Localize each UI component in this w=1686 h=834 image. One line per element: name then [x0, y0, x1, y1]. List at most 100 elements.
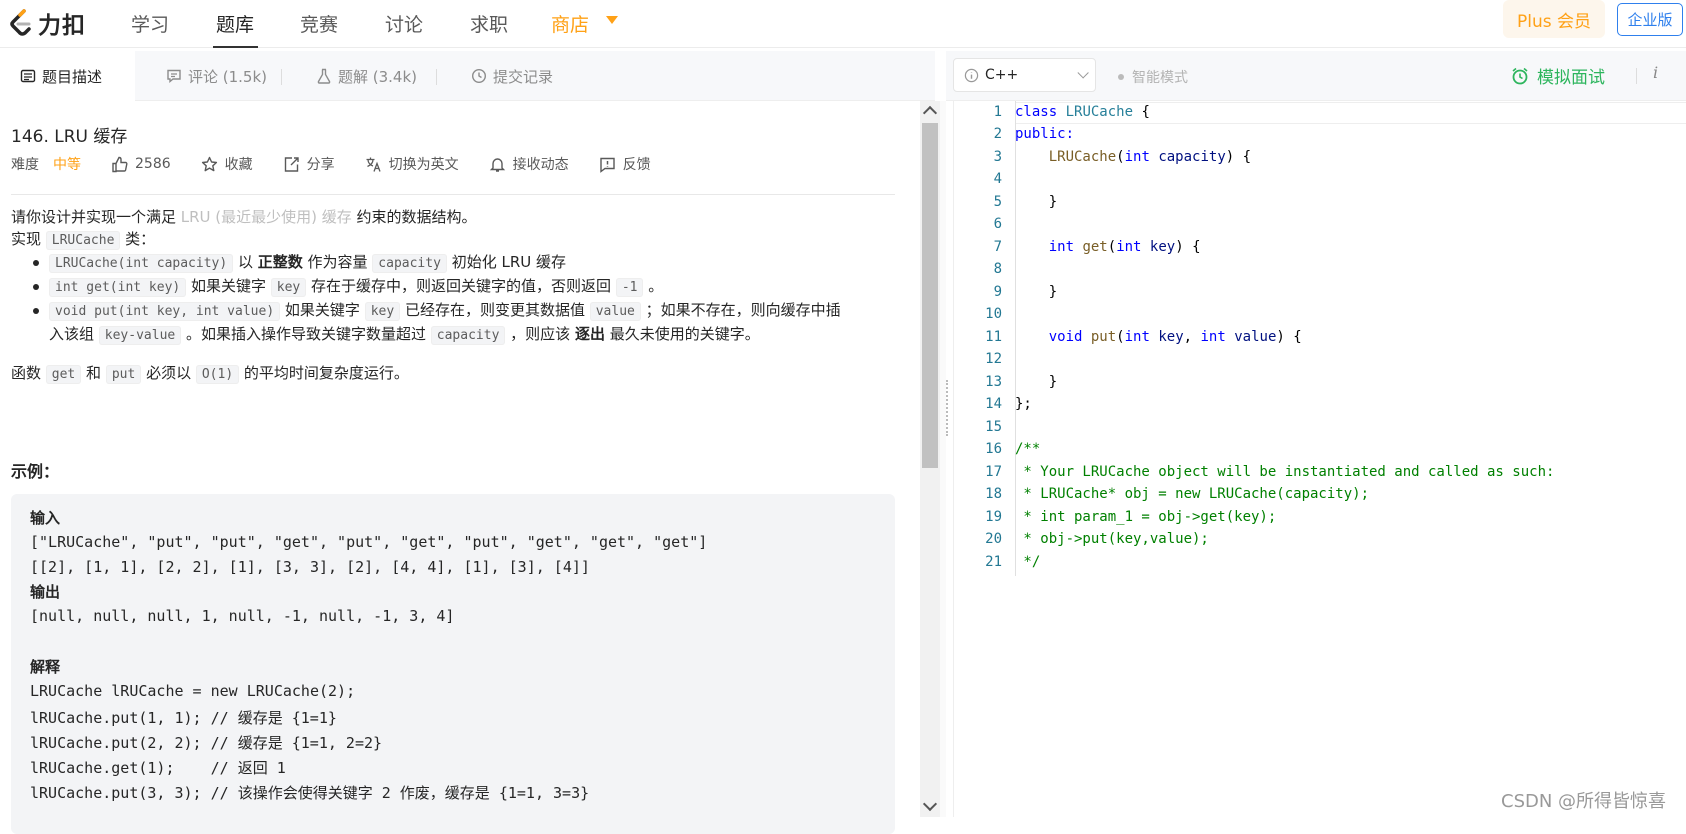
- csdn-watermark: CSDN @所得皆惊喜: [1501, 791, 1667, 812]
- language-value: C++: [985, 67, 1019, 83]
- nav-problemset[interactable]: 题库: [216, 10, 254, 37]
- tab-comments[interactable]: 评论 (1.5k): [166, 51, 267, 101]
- line-number: 4: [993, 171, 1002, 187]
- subscribe-label: 接收动态: [512, 157, 569, 173]
- code-punct: {: [1133, 104, 1150, 120]
- code-punct: (: [1116, 149, 1125, 165]
- lru-link[interactable]: LRU (最近最少使用) 缓存: [181, 208, 352, 226]
- code-comment: /**: [1015, 441, 1041, 457]
- code-keyword: int: [1200, 329, 1226, 345]
- scrollbar-thumb[interactable]: [922, 123, 938, 468]
- feedback-button[interactable]: 反馈: [599, 154, 651, 174]
- tab-description-label: 题目描述: [42, 67, 103, 86]
- leetcode-logo-icon: [10, 9, 31, 36]
- tab-solutions-label: 题解 (3.4k): [338, 67, 418, 86]
- bullet-text: 如果关键字: [280, 301, 365, 319]
- switch-language-label: 切换为英文: [388, 157, 459, 173]
- nav-learn[interactable]: 学习: [131, 10, 169, 37]
- example-line: lRUCache.put(3, 3); // 该操作会使得关键字 2 作废，缓存…: [30, 784, 590, 802]
- feedback-label: 反馈: [622, 157, 651, 173]
- bullet-text: 最久未使用的关键字。: [604, 325, 760, 343]
- bullet-text: ，则应该: [505, 325, 575, 343]
- subscribe-button[interactable]: 接收动态: [489, 154, 569, 174]
- plus-membership-button[interactable]: Plus 会员: [1503, 0, 1605, 38]
- code-line: class LRUCache {: [1015, 104, 1150, 120]
- inline-code: -1: [615, 278, 644, 297]
- smart-mode-toggle[interactable]: 智能模式: [1118, 67, 1188, 87]
- list-item: void put(int key, int value) 如果关键字 key 已…: [33, 298, 841, 324]
- leetcode-logo[interactable]: 力扣: [8, 6, 86, 40]
- tab-description[interactable]: 题目描述: [0, 51, 135, 101]
- code-keyword: int: [1048, 239, 1075, 255]
- impl-text: 类：: [120, 230, 156, 248]
- nav-jobs[interactable]: 求职: [470, 10, 508, 37]
- favorite-label: 收藏: [224, 157, 253, 173]
- favorite-button[interactable]: 收藏: [201, 154, 253, 174]
- fn-text: 和: [81, 364, 106, 382]
- bullet-text: 。如果插入操作导致关键字数量超过: [181, 325, 431, 343]
- example-line: lRUCache.put(2, 2); // 缓存是 {1=1, 2=2}: [30, 734, 383, 752]
- code-function: get: [1082, 239, 1108, 255]
- clock-icon: [471, 68, 487, 84]
- description-scrollbar[interactable]: [920, 101, 940, 817]
- line-number: 3: [993, 149, 1002, 165]
- nav-store[interactable]: 商店: [551, 10, 589, 37]
- language-select[interactable]: C++: [953, 58, 1096, 92]
- line-number: 21: [985, 554, 1002, 570]
- inline-code: O(1): [195, 365, 240, 384]
- tab-solutions[interactable]: 题解 (3.4k): [316, 51, 417, 101]
- like-button[interactable]: 2586: [111, 156, 171, 173]
- share-button[interactable]: 分享: [283, 154, 335, 174]
- resize-handle-icon[interactable]: [946, 380, 948, 436]
- panel-divider[interactable]: [940, 101, 946, 817]
- example-line: 输入: [30, 509, 61, 527]
- code-keyword: public:: [1015, 126, 1075, 142]
- example-line: LRUCache lRUCache = new LRUCache(2);: [30, 682, 356, 700]
- code-punct: }: [1048, 194, 1058, 210]
- line-number: 13: [985, 374, 1002, 390]
- flask-icon: [317, 68, 331, 84]
- nav-contest[interactable]: 竞赛: [300, 10, 338, 37]
- code-punct: };: [1015, 396, 1032, 412]
- code-line: };: [1015, 396, 1032, 412]
- toolbar-separator: [1636, 68, 1637, 84]
- problem-tabs: 题目描述 评论 (1.5k) 题解 (3.4k) 提交记录: [0, 51, 935, 101]
- line-number: 18: [985, 486, 1002, 502]
- code-keyword: int: [1116, 239, 1142, 255]
- line-number: 1: [993, 104, 1002, 120]
- bold-text: 逐出: [574, 325, 605, 343]
- code-punct: (: [1116, 329, 1125, 345]
- nav-active-underline: [213, 46, 258, 48]
- line-number: 20: [985, 531, 1002, 547]
- tab-submissions[interactable]: 提交记录: [471, 51, 553, 101]
- smart-mode-dot-icon: [1118, 74, 1124, 80]
- scroll-up-icon[interactable]: [922, 105, 938, 121]
- bullet-text: 存在于缓存中，则返回关键字的值，否则返回: [306, 277, 616, 295]
- desc-text: 请你设计并实现一个满足: [11, 208, 181, 226]
- line-number: 8: [993, 261, 1002, 277]
- difficulty-label: 难度: [11, 157, 39, 173]
- switch-language-button[interactable]: 切换为英文: [365, 154, 459, 174]
- inline-code: capacity: [372, 254, 447, 273]
- mock-interview-button[interactable]: 模拟面试: [1511, 63, 1605, 88]
- code-line: }: [1015, 194, 1057, 210]
- example-line: lRUCache.put(1, 1); // 缓存是 {1=1}: [30, 709, 337, 727]
- line-number: 15: [985, 419, 1002, 435]
- code-keyword: int: [1124, 149, 1150, 165]
- tab-separator: [281, 69, 282, 85]
- inline-code: put: [105, 365, 142, 384]
- enterprise-button[interactable]: 企业版: [1617, 3, 1683, 36]
- example-line: [null, null, null, 1, null, -1, null, -1…: [30, 607, 455, 625]
- scroll-down-icon[interactable]: [922, 796, 938, 812]
- store-caret-icon[interactable]: [606, 16, 618, 24]
- nav-discuss[interactable]: 讨论: [385, 10, 423, 37]
- info-icon[interactable]: i: [1653, 63, 1658, 82]
- code-editor[interactable]: 1 2 3 4 5 6 7 8 9 10 11 12 13 14 15 16 1…: [953, 101, 1686, 817]
- line-number: 12: [985, 351, 1002, 367]
- bullet-text: 。: [643, 277, 664, 295]
- bold-text: 正整数: [257, 253, 303, 271]
- chevron-down-icon: [1077, 67, 1089, 79]
- bullet-text: 入该组: [49, 325, 99, 343]
- mock-interview-label: 模拟面试: [1537, 68, 1605, 88]
- implement-paragraph: 实现 LRUCache 类：: [11, 228, 155, 252]
